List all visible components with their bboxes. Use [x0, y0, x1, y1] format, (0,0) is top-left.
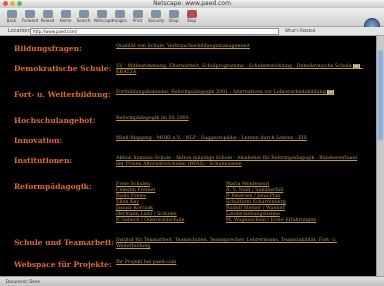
link-text[interactable]: Mind-Mapping - MOKI e.V. - NLP - Suggest… [116, 136, 366, 142]
status-text: Document: Done [6, 279, 40, 284]
highlight-badge: □ [353, 64, 360, 69]
link-text[interactable]: Institut für Teamarbeit, Teamschulen, Te… [116, 238, 366, 250]
category-label: Hochschulangebot: [14, 116, 96, 125]
highlight-badge: □ [327, 90, 334, 95]
link-kratza[interactable]: KRÄTZÄ [116, 70, 136, 75]
shop-button[interactable]: Shop [166, 10, 181, 23]
stop-icon [186, 10, 197, 18]
category-label: Fort- u. Weiterbildung: [14, 90, 111, 99]
search-button[interactable]: Search [76, 10, 91, 23]
url-input[interactable]: http://www.paed.com/ [30, 28, 279, 35]
back-button[interactable]: Back [4, 10, 19, 23]
link-text[interactable]: Fortbildungskalender, Reformpädagogik 20… [116, 90, 366, 96]
security-icon [150, 10, 161, 18]
search-icon [78, 10, 89, 18]
shop-icon [168, 10, 179, 18]
link-text[interactable]: Qualität von Schule, Verbraucherbildungs… [116, 44, 366, 50]
link-text[interactable]: SV - Mitbestimmung, Elternarbeit, Schulp… [116, 64, 366, 76]
images-button[interactable]: Images [112, 10, 127, 23]
back-arrow-icon [6, 10, 17, 18]
list-item[interactable]: M. Wagenschein / Erste Erfahrungen [226, 218, 316, 224]
category-label: Reformpädagogik: [14, 182, 92, 191]
reform-left-list: Freie Schulen Célestin Freinet Paulo Fre… [116, 182, 184, 224]
category-label: Innovation: [14, 136, 63, 145]
forward-button[interactable]: Forward [22, 10, 38, 23]
reload-button[interactable]: Reload [40, 10, 55, 23]
location-label: Location: [8, 28, 31, 34]
reload-icon [42, 10, 53, 18]
link-text[interactable]: Ihr Projekt bei paed.com [116, 260, 366, 266]
browser-window: Netscape: www.paed.com Back Forward Relo… [0, 0, 384, 286]
category-label: Webspace für Projekte: [14, 260, 112, 269]
security-button[interactable]: Security [148, 10, 164, 23]
home-button[interactable]: Home [58, 10, 73, 23]
category-label: Bildungsfragen: [14, 44, 82, 53]
home-icon [60, 10, 71, 18]
address-bar: Location: http://www.paed.com/ What's Re… [0, 27, 384, 36]
page-content: Bildungsfragen: Qualität von Schule, Ver… [0, 36, 377, 276]
print-button[interactable]: Print [130, 10, 145, 23]
netscape-button[interactable]: Netscape [94, 10, 113, 23]
category-label: Demokratische Schule: [14, 64, 112, 73]
forward-arrow-icon [24, 10, 35, 18]
link-text-main[interactable]: Fortbildungskalender, Reformpädagogik 20… [116, 90, 326, 95]
navigation-toolbar: Back Forward Reload Home Search Netscape… [0, 8, 384, 34]
netscape-icon [96, 10, 107, 18]
link-text[interactable]: Aktion humane Schule - Aktion mündige Sc… [116, 156, 366, 168]
list-item[interactable]: P. Gebeck / Odenwaldschule [116, 218, 184, 224]
reform-right-list: Maria Montessori A. S. Neill / Summerhil… [226, 182, 316, 224]
link-text[interactable]: Reformpädagogik im SS 2000 [116, 116, 366, 122]
images-icon [114, 10, 125, 18]
category-label: Institutionen: [14, 156, 73, 165]
window-title: Netscape: www.paed.com [153, 0, 231, 7]
print-icon [132, 10, 143, 18]
vertical-scrollbar[interactable] [376, 36, 384, 276]
link-text-main[interactable]: SV - Mitbestimmung, Elternarbeit, Schulp… [116, 64, 352, 69]
scrollbar-thumb[interactable] [378, 50, 383, 140]
status-bar: Document: Done [0, 276, 384, 286]
category-label: Schule und Teamarbeit: [14, 238, 115, 247]
stop-button[interactable]: Stop [184, 10, 199, 23]
whats-related-button[interactable]: What's Related [285, 27, 315, 35]
